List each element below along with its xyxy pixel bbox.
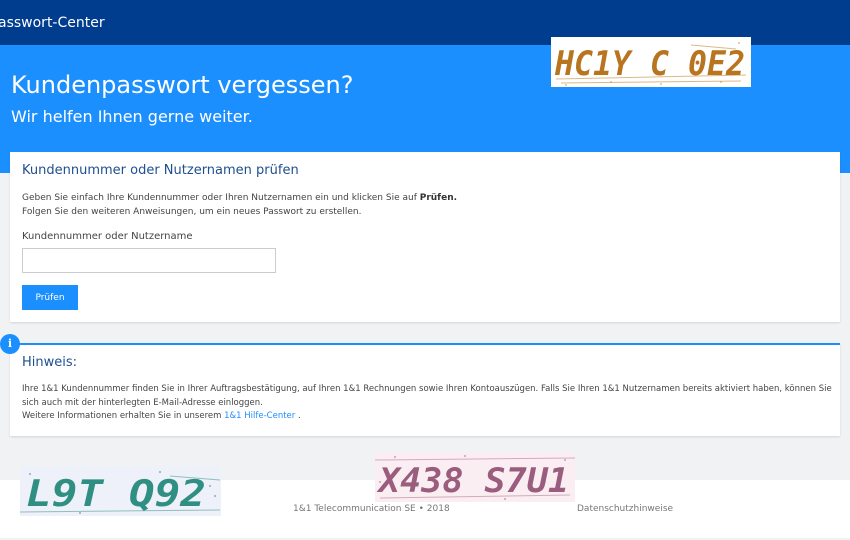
captcha-2-text: L9T Q92 [26,474,206,515]
desc-line2: Folgen Sie den weiteren Anweisungen, um … [22,207,362,217]
check-button[interactable]: Prüfen [22,285,78,310]
footer-copyright: 1&1 Telecommunication SE • 2018 [293,504,450,514]
desc-line1: Geben Sie einfach Ihre Kundennummer oder… [22,193,420,203]
notice-text-1: Ihre 1&1 Kundennummer finden Sie in Ihre… [22,384,832,408]
check-card-title: Kundennummer oder Nutzernamen prüfen [22,163,299,178]
notice-text-2-post: . [295,411,301,421]
captcha-3-text: X438 S7U1 [376,461,569,501]
brand-title[interactable]: asswort-Center [0,15,105,31]
customer-field-label: Kundennummer oder Nutzername [22,231,193,242]
captcha-2-graphic: L9T Q92 [20,471,221,515]
page-subtitle: Wir helfen Ihnen gerne weiter. [11,107,253,126]
notice-text-2-pre: Weitere Informationen erhalten Sie in un… [22,411,225,421]
captcha-1-graphic: HC1Y C 0E2 [554,42,747,86]
captcha-3-graphic: X438 S7U1 [375,455,575,501]
check-customer-card: Kundennummer oder Nutzernamen prüfen Geb… [10,152,840,322]
page-title: Kundenpasswort vergessen? [11,71,354,99]
notice-card: Hinweis: Ihre 1&1 Kundennummer finden Si… [10,343,840,436]
help-center-link[interactable]: 1&1 Hilfe-Center [224,411,295,421]
check-card-description: Geben Sie einfach Ihre Kundennummer oder… [22,191,457,219]
info-icon: i [0,334,20,354]
notice-text: Ihre 1&1 Kundennummer finden Sie in Ihre… [22,383,832,424]
customer-number-input[interactable] [22,248,276,273]
captcha-image-1: HC1Y C 0E2 [551,37,751,87]
privacy-link[interactable]: Datenschutzhinweise [577,504,673,514]
captcha-image-2: L9T Q92 [20,466,221,516]
notice-title: Hinweis: [22,355,78,370]
desc-line1-bold: Prüfen. [419,193,458,203]
captcha-1-text: HC1Y C 0E2 [554,44,745,84]
captcha-image-3: X438 S7U1 [375,452,575,502]
